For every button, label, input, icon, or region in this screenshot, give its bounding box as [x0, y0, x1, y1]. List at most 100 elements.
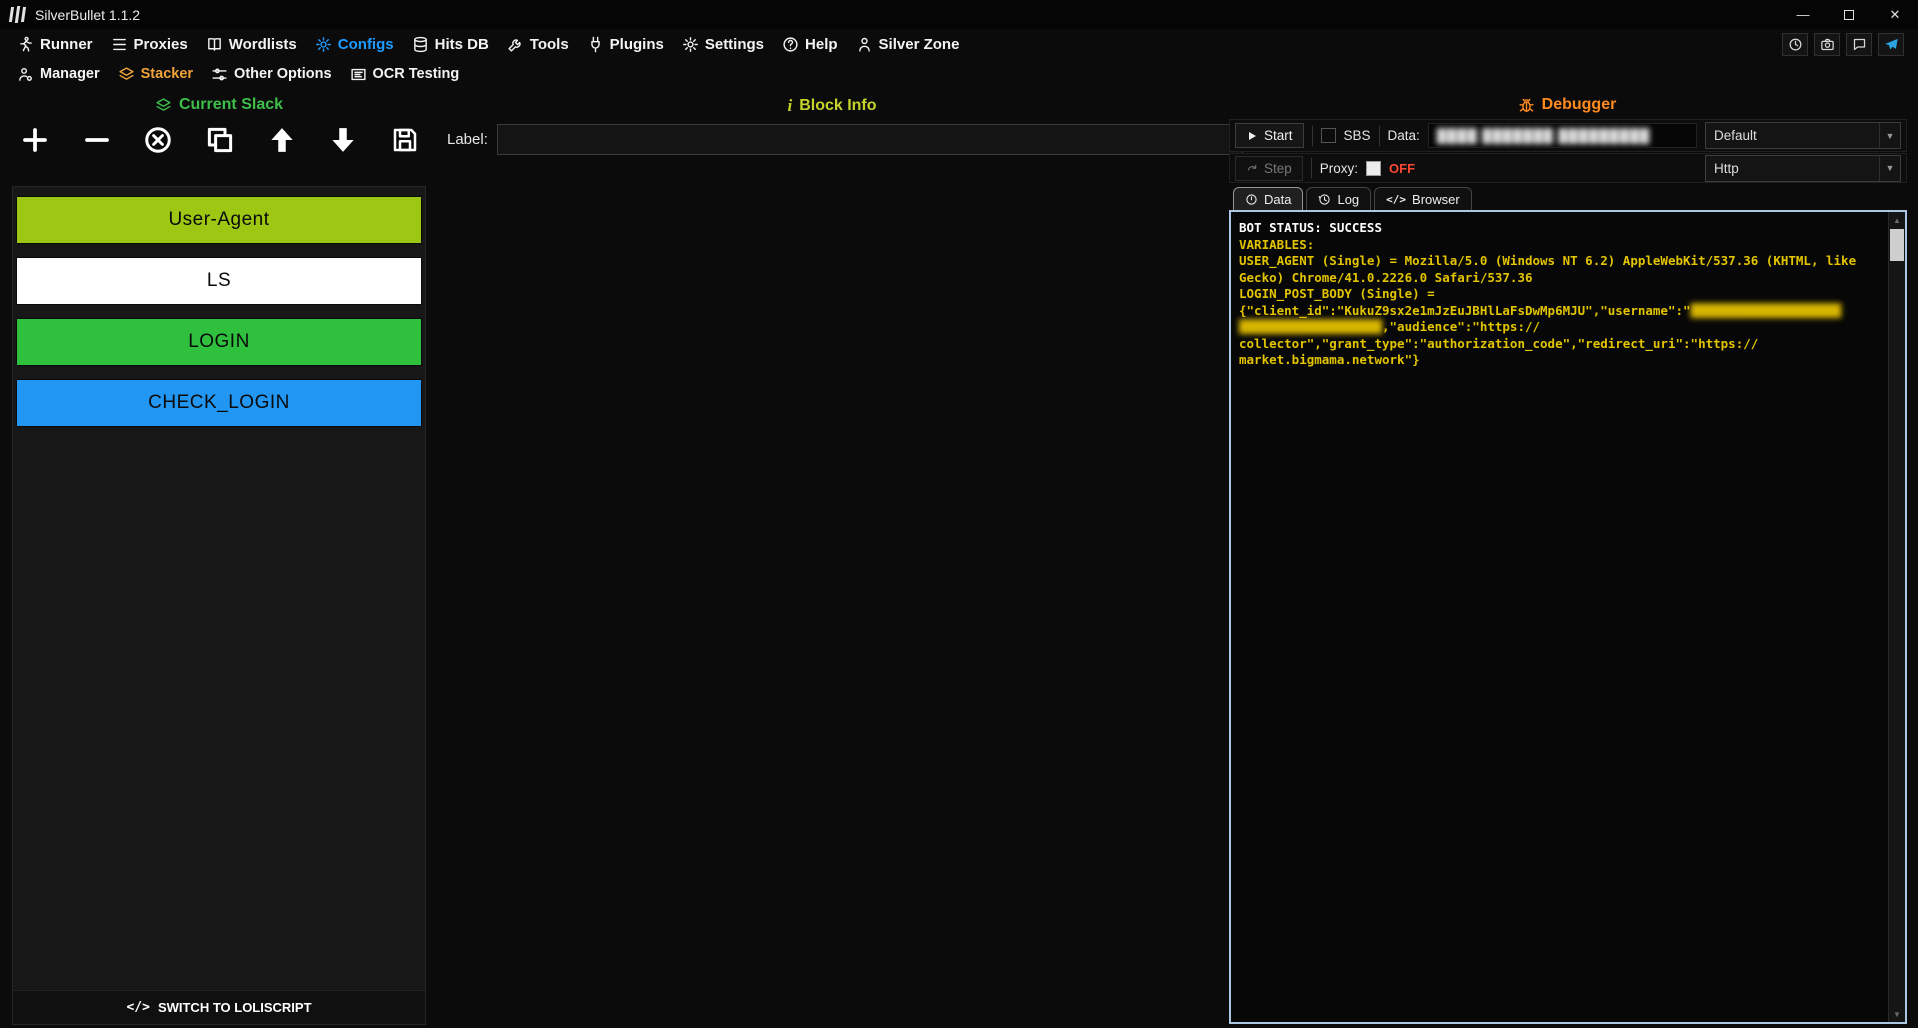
menu-item-tools[interactable]: Tools	[498, 29, 578, 59]
tab-data[interactable]: Data	[1233, 187, 1304, 210]
submenu-item-other-options[interactable]: Other Options	[202, 59, 340, 89]
database-icon	[412, 36, 429, 53]
telegram-button[interactable]	[1878, 32, 1904, 56]
stack-block[interactable]: LOGIN	[16, 318, 422, 366]
wrench-icon	[507, 36, 524, 53]
remove-block-button[interactable]	[78, 121, 116, 159]
menu-item-wordlists[interactable]: Wordlists	[197, 29, 306, 59]
block-label-row: Label:	[447, 124, 1243, 155]
proxy-checkbox[interactable]	[1366, 160, 1382, 176]
console-line: collector","grant_type":"authorization_c…	[1239, 335, 1759, 351]
gear-icon	[315, 36, 332, 53]
maximize-icon	[1844, 9, 1854, 20]
stack-toolbar	[16, 118, 424, 162]
console-line: Gecko) Chrome/41.0.2226.0 Safari/537.36	[1239, 269, 1533, 285]
menu-item-settings[interactable]: Settings	[673, 29, 773, 59]
stack-block[interactable]: User-Agent	[16, 196, 422, 244]
scroll-up-icon[interactable]: ▲	[1889, 212, 1905, 228]
close-button[interactable]: ✕	[1872, 0, 1918, 29]
separator	[1378, 125, 1380, 146]
move-down-button[interactable]	[324, 121, 362, 159]
clock-icon	[1245, 193, 1258, 206]
stack-layers-icon	[155, 97, 172, 114]
chevron-down-icon: ▼	[1879, 155, 1900, 181]
menu-item-hits-db[interactable]: Hits DB	[403, 29, 498, 59]
chat-button[interactable]	[1846, 32, 1872, 56]
maximize-button[interactable]	[1826, 0, 1872, 29]
minus-icon	[82, 125, 112, 155]
chat-icon	[1852, 37, 1867, 52]
redacted-data-value: ████ ███████ █████████	[1436, 128, 1651, 143]
menu-item-configs[interactable]: Configs	[306, 29, 403, 59]
plus-icon	[20, 125, 50, 155]
step-button[interactable]: Step	[1235, 155, 1303, 181]
console-line: VARIABLES:	[1239, 236, 1315, 252]
debugger-controls: Start SBS Data: ████ ███████ █████████ D…	[1229, 119, 1907, 183]
debug-console: BOT STATUS: SUCCESS VARIABLES: USER_AGENT …	[1231, 212, 1888, 1022]
manager-icon	[17, 66, 34, 83]
debugger-row-2: Step Proxy: OFF Http ▼	[1229, 153, 1907, 183]
data-mode-select[interactable]: Default ▼	[1705, 122, 1901, 149]
copy-icon	[205, 125, 235, 155]
redacted-text: ███████████████████	[1239, 319, 1382, 334]
history-button[interactable]	[1782, 32, 1808, 56]
debug-console-panel: BOT STATUS: SUCCESS VARIABLES: USER_AGENT …	[1229, 210, 1907, 1024]
menu-item-runner[interactable]: Runner	[8, 29, 102, 59]
debugger-header: Debugger	[1229, 96, 1905, 114]
label-input[interactable]	[496, 124, 1243, 155]
step-icon	[1246, 162, 1258, 174]
scrollbar-thumb[interactable]	[1890, 229, 1904, 261]
debugger-tabs: Data Log </> Browser	[1233, 187, 1472, 210]
clone-block-button[interactable]	[201, 121, 239, 159]
sbs-checkbox[interactable]	[1320, 128, 1336, 143]
info-icon: i	[787, 96, 793, 115]
runner-icon	[17, 36, 34, 53]
play-icon	[1246, 130, 1258, 142]
move-up-button[interactable]	[263, 121, 301, 159]
submenu-item-ocr-testing[interactable]: OCR Testing	[341, 59, 469, 89]
menu-item-plugins[interactable]: Plugins	[578, 29, 673, 59]
console-scrollbar[interactable]: ▲ ▼	[1888, 212, 1905, 1022]
stack-block[interactable]: LS	[16, 257, 422, 305]
current-stack-header: Current Slack	[12, 96, 426, 114]
menu-item-proxies[interactable]: Proxies	[102, 29, 197, 59]
start-button[interactable]: Start	[1235, 123, 1304, 148]
console-line: market.bigmama.network"}	[1239, 352, 1420, 367]
book-icon	[206, 36, 223, 53]
menu-item-silver-zone[interactable]: Silver Zone	[847, 29, 969, 59]
data-caption: Data:	[1387, 128, 1420, 143]
add-block-button[interactable]	[16, 121, 54, 159]
redacted-text: ████████████████████	[1690, 302, 1842, 318]
history-icon	[1788, 37, 1803, 52]
minimize-button[interactable]: —	[1780, 0, 1826, 29]
app-window: SilverBullet 1.1.2 — ✕ Runner Proxies Wo…	[0, 0, 1918, 1028]
console-line: BOT STATUS: SUCCESS	[1239, 220, 1382, 235]
code-icon: </>	[126, 1000, 150, 1015]
proxy-type-select[interactable]: Http ▼	[1705, 154, 1901, 182]
proxy-status-badge: OFF	[1389, 160, 1416, 176]
separator	[1311, 125, 1313, 146]
sbs-label: SBS	[1343, 128, 1371, 143]
console-line: USER_AGENT (Single) = Mozilla/5.0 (Windo…	[1239, 253, 1857, 268]
arrow-down-icon	[328, 125, 358, 155]
tab-browser[interactable]: </> Browser	[1374, 187, 1472, 210]
x-circle-icon	[143, 125, 173, 155]
scroll-down-icon[interactable]: ▼	[1889, 1006, 1905, 1022]
debug-data-input[interactable]: ████ ███████ █████████	[1427, 123, 1697, 148]
log-history-icon	[1318, 193, 1331, 206]
clear-blocks-button[interactable]	[139, 121, 177, 159]
submenu-item-stacker[interactable]: Stacker	[109, 59, 202, 89]
block-info-header: i Block Info	[787, 96, 877, 115]
switch-to-loliscript-button[interactable]: </> SWITCH TO LOLISCRIPT	[13, 990, 425, 1024]
sliders-icon	[211, 66, 228, 83]
sub-menu: Manager Stacker Other Options OCR Testin…	[0, 59, 1918, 89]
screenshot-button[interactable]	[1814, 32, 1840, 56]
menu-item-help[interactable]: Help	[773, 29, 847, 59]
debugger-row-1: Start SBS Data: ████ ███████ █████████ D…	[1229, 119, 1907, 152]
save-config-button[interactable]	[386, 121, 424, 159]
tab-log[interactable]: Log	[1306, 187, 1372, 210]
submenu-item-manager[interactable]: Manager	[8, 59, 109, 89]
stack-block[interactable]: CHECK_LOGIN	[16, 379, 422, 427]
console-line: {"client_id":"KukuZ9sx2e1mJzEuJBHlLaFsDw…	[1239, 302, 1842, 318]
save-icon	[390, 125, 420, 155]
